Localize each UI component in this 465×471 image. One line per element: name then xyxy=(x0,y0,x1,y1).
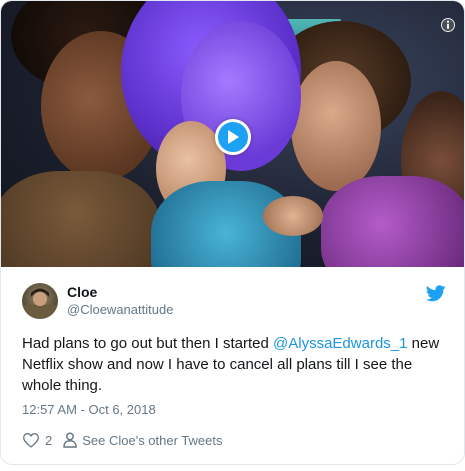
info-icon[interactable] xyxy=(440,17,456,33)
video-thumbnail[interactable] xyxy=(1,1,464,267)
person-icon xyxy=(63,432,77,448)
figure-shape xyxy=(263,196,323,236)
heart-icon xyxy=(23,433,39,448)
avatar[interactable] xyxy=(22,283,58,319)
tweet-text-part: Had plans to go out but then I started xyxy=(22,335,274,352)
display-name[interactable]: Cloe xyxy=(67,284,173,301)
timestamp[interactable]: 12:57 AM - Oct 6, 2018 xyxy=(22,402,446,417)
tweet-actions: 2 See Cloe's other Tweets xyxy=(22,432,446,448)
figure-shape xyxy=(1,171,161,267)
play-button[interactable] xyxy=(215,119,251,155)
like-count: 2 xyxy=(45,432,53,448)
user-handle[interactable]: @Cloewanattitude xyxy=(67,301,173,318)
like-button[interactable]: 2 xyxy=(22,432,52,448)
author-names: Cloe @Cloewanattitude xyxy=(67,284,173,318)
mention-link[interactable]: @AlyssaEdwards_1 xyxy=(273,335,407,352)
see-other-tweets-label: See Cloe's other Tweets xyxy=(82,432,223,448)
author-block[interactable]: Cloe @Cloewanattitude xyxy=(22,283,446,319)
figure-shape xyxy=(321,176,464,267)
tweet-body: Cloe @Cloewanattitude Had plans to go ou… xyxy=(22,283,446,448)
play-icon xyxy=(228,130,239,144)
twitter-bird-icon[interactable] xyxy=(426,285,446,302)
avatar-image xyxy=(22,288,58,319)
tweet-text: Had plans to go out but then I started @… xyxy=(22,333,442,396)
figure-shape xyxy=(291,61,381,191)
see-other-tweets-link[interactable]: See Cloe's other Tweets xyxy=(63,432,223,448)
embedded-tweet-card: Cloe @Cloewanattitude Had plans to go ou… xyxy=(0,0,465,465)
